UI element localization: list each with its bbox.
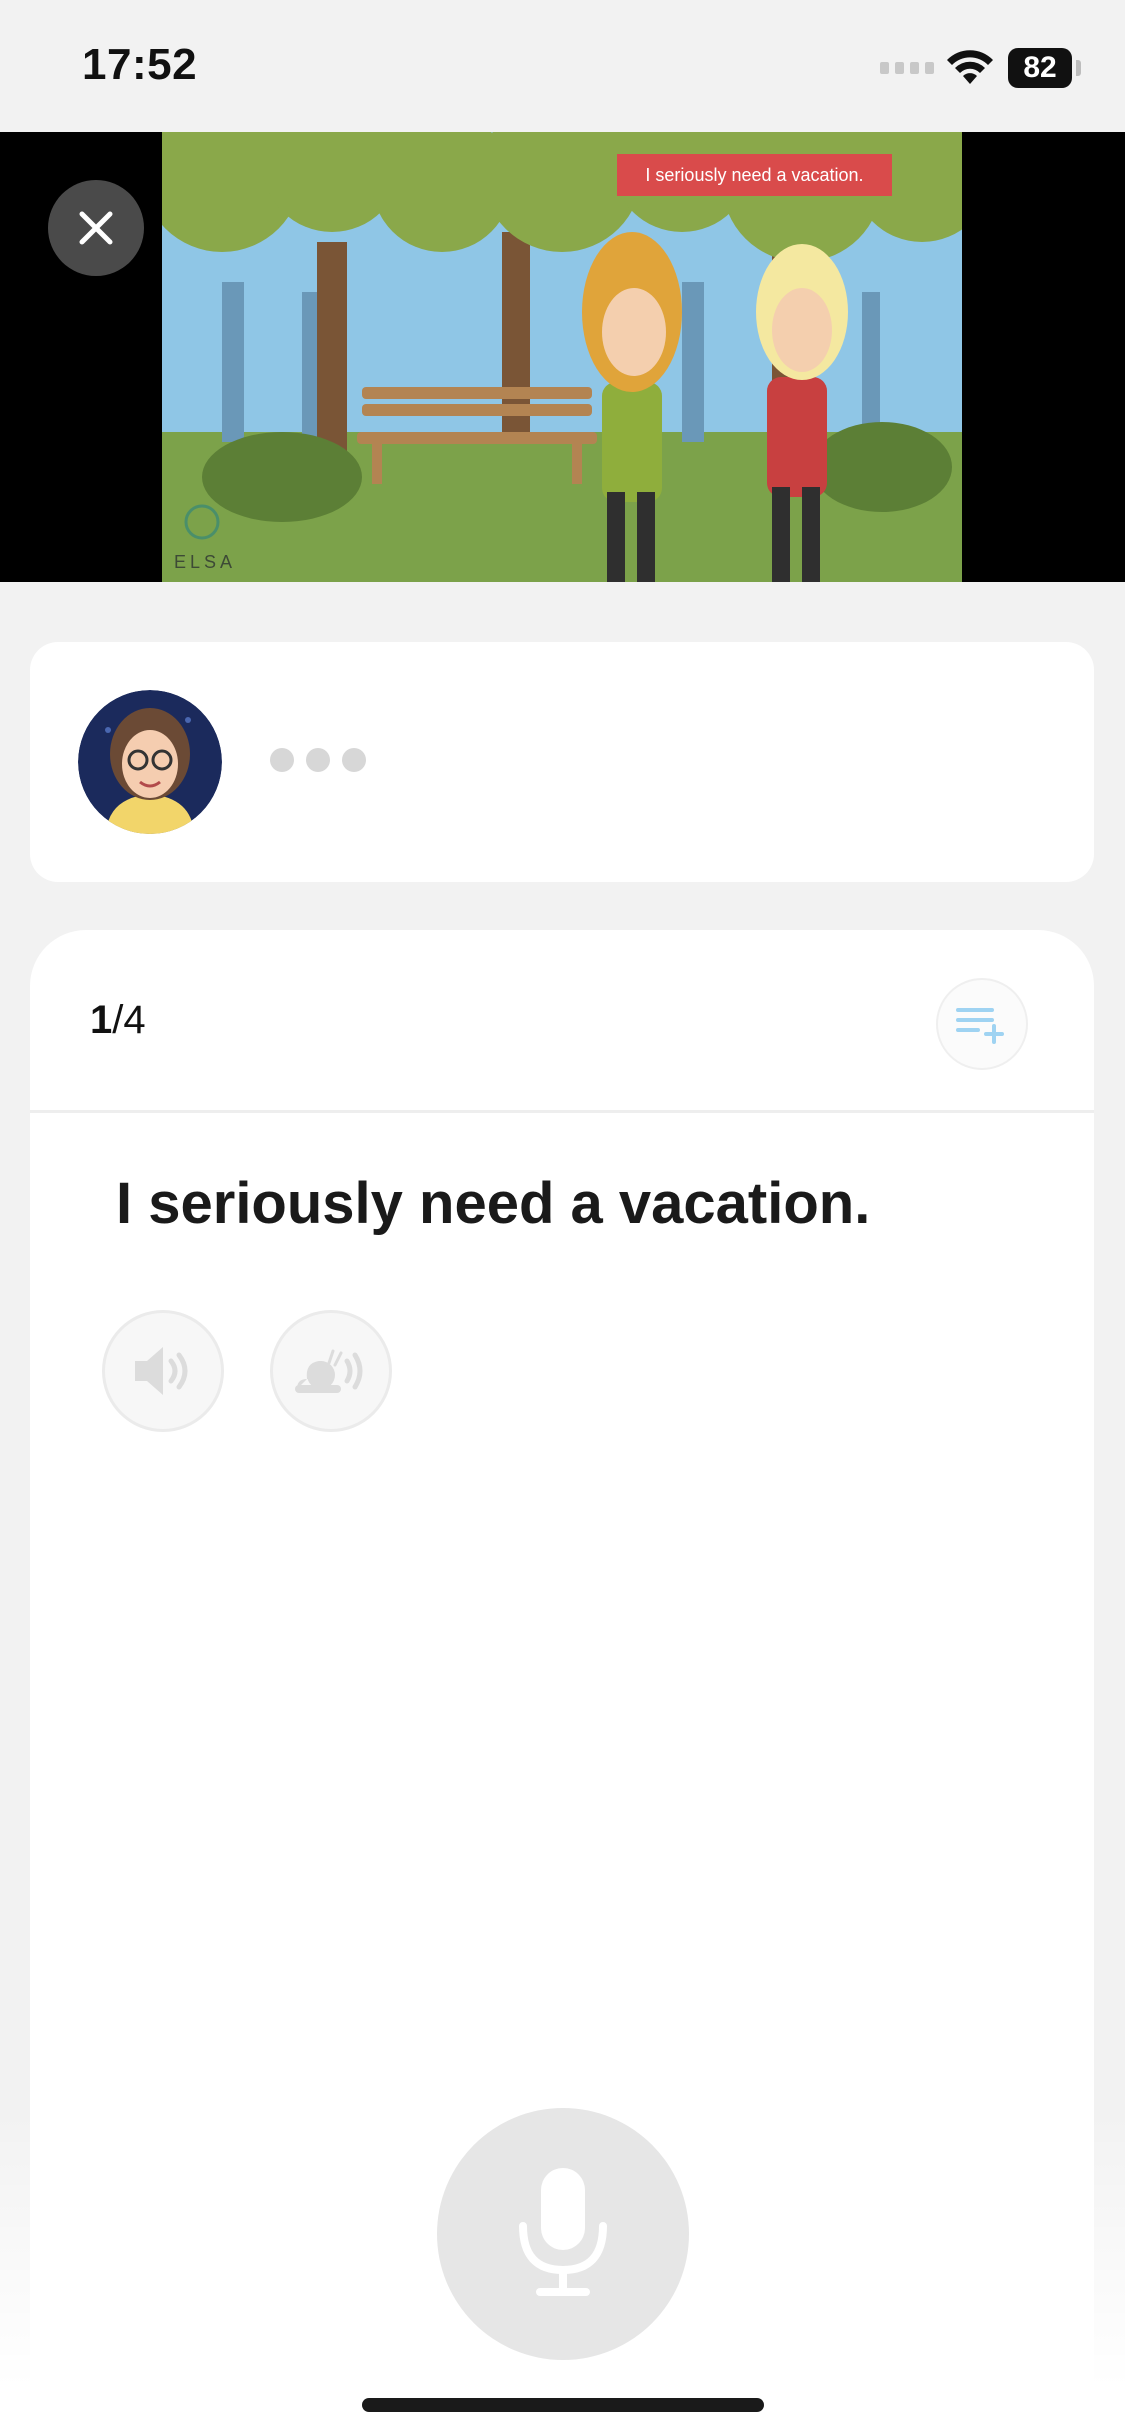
practice-sentence: I seriously need a vacation. bbox=[116, 1171, 871, 1236]
add-to-playlist-button[interactable] bbox=[936, 978, 1028, 1070]
battery-level: 82 bbox=[1023, 51, 1057, 84]
speaker-icon bbox=[135, 1347, 188, 1395]
park-scene-illustration bbox=[162, 132, 962, 582]
close-icon bbox=[79, 211, 113, 245]
play-audio-button[interactable] bbox=[102, 1310, 224, 1432]
status-bar: 17:52 82 bbox=[0, 0, 1125, 132]
video-player[interactable]: I seriously need a vacation. ELSA bbox=[0, 132, 1125, 582]
wifi-icon bbox=[947, 50, 993, 84]
video-banner: I seriously need a vacation. bbox=[617, 154, 892, 196]
typing-dots-icon bbox=[270, 748, 366, 772]
video-watermark: ELSA bbox=[174, 552, 237, 572]
status-time: 17:52 bbox=[82, 40, 198, 89]
record-button[interactable] bbox=[437, 2108, 689, 2360]
microphone-icon bbox=[519, 2168, 607, 2296]
speaker-card bbox=[30, 642, 1094, 882]
play-slow-audio-button[interactable] bbox=[270, 1310, 392, 1432]
cellular-signal-icon bbox=[880, 62, 934, 74]
progress-current: 1 bbox=[90, 998, 113, 1042]
video-scene: I seriously need a vacation. ELSA bbox=[162, 132, 962, 582]
divider bbox=[30, 1110, 1094, 1113]
tutor-avatar bbox=[78, 690, 222, 834]
battery-tip bbox=[1076, 60, 1081, 76]
progress-counter: 1/4 bbox=[90, 998, 146, 1043]
battery-icon: 82 bbox=[1008, 48, 1072, 88]
slow-speaker-icon bbox=[295, 1349, 363, 1393]
playlist-add-icon bbox=[956, 1008, 1004, 1044]
home-indicator[interactable] bbox=[362, 2398, 764, 2412]
close-button[interactable] bbox=[48, 180, 144, 276]
progress-total: /4 bbox=[112, 998, 146, 1042]
